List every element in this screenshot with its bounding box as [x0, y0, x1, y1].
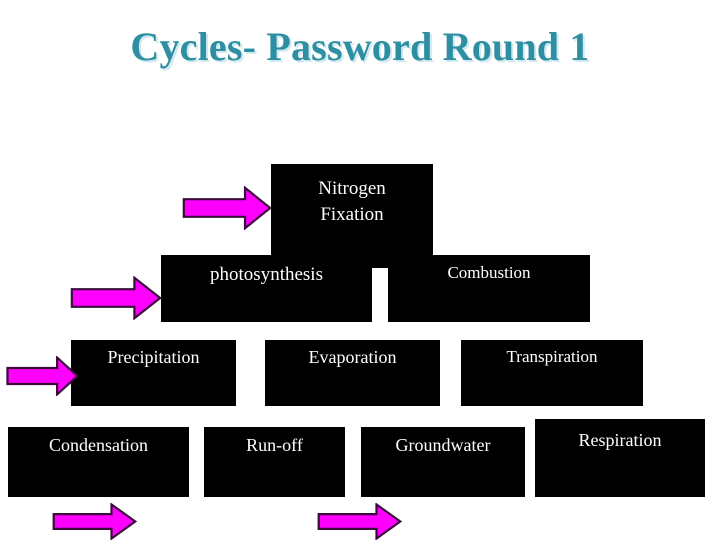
term-label-transpiration: Transpiration	[506, 347, 598, 366]
arrow-to-precipitation	[6, 356, 79, 396]
term-box-respiration[interactable]: Respiration	[535, 419, 705, 497]
term-label-combustion: Combustion	[447, 263, 531, 282]
term-box-photosynthesis[interactable]: photosynthesis	[161, 255, 372, 322]
term-label-condensation: Condensation	[49, 435, 148, 455]
arrow-to-nitrogen-fixation	[182, 186, 272, 230]
arrow-below-run-off	[317, 503, 402, 540]
right-arrow-icon	[52, 503, 137, 540]
arrow-to-photosynthesis	[70, 276, 162, 320]
term-label-run-off: Run-off	[246, 435, 303, 455]
right-arrow-icon	[317, 503, 402, 540]
term-box-nitrogen-fixation[interactable]: Nitrogen Fixation	[271, 164, 433, 268]
term-box-evaporation[interactable]: Evaporation	[265, 340, 440, 406]
term-label-precipitation: Precipitation	[107, 347, 200, 367]
term-box-condensation[interactable]: Condensation	[8, 427, 189, 497]
term-label-photosynthesis: photosynthesis	[210, 264, 323, 285]
arrow-below-condensation	[52, 503, 137, 540]
term-label-evaporation: Evaporation	[308, 347, 397, 367]
term-box-transpiration[interactable]: Transpiration	[461, 340, 643, 406]
slide-canvas: Cycles- Password Round 1 Nitrogen Fixati…	[0, 0, 720, 540]
term-box-run-off[interactable]: Run-off	[204, 427, 345, 497]
term-label-nitrogen-fixation: Nitrogen Fixation	[318, 178, 386, 225]
term-box-precipitation[interactable]: Precipitation	[71, 340, 236, 406]
page-title: Cycles- Password Round 1	[130, 24, 590, 69]
right-arrow-icon	[182, 186, 272, 230]
right-arrow-icon	[6, 356, 79, 396]
term-box-combustion[interactable]: Combustion	[388, 255, 590, 322]
term-label-groundwater: Groundwater	[395, 435, 491, 455]
term-label-respiration: Respiration	[578, 430, 662, 450]
right-arrow-icon	[70, 276, 162, 320]
term-box-groundwater[interactable]: Groundwater	[361, 427, 525, 497]
